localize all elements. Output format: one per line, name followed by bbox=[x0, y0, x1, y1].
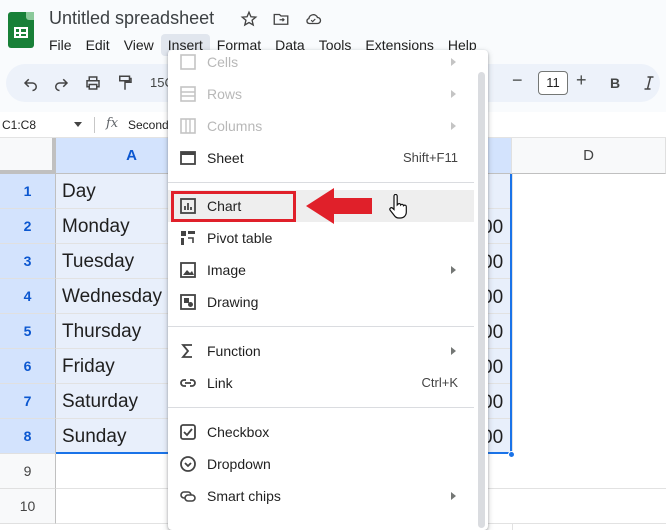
italic-icon[interactable] bbox=[640, 74, 658, 92]
menu-edit[interactable]: Edit bbox=[79, 34, 117, 56]
insert-menu: Cells Rows Columns Sheet Shift+F11 Chart… bbox=[168, 50, 488, 530]
image-icon bbox=[180, 262, 196, 278]
menu-separator bbox=[168, 182, 474, 183]
undo-icon[interactable] bbox=[22, 74, 40, 92]
menu-separator bbox=[168, 407, 474, 408]
menu-view[interactable]: View bbox=[117, 34, 161, 56]
menu-item-label: Drawing bbox=[207, 294, 259, 310]
fill-handle[interactable] bbox=[508, 451, 515, 458]
menu-item-label: Checkbox bbox=[207, 424, 270, 440]
menu-item-label: Cells bbox=[207, 54, 239, 70]
dropdown-icon bbox=[180, 456, 196, 472]
menu-item-dropdown[interactable]: Dropdown bbox=[168, 448, 474, 480]
divider bbox=[94, 117, 95, 133]
document-title[interactable]: Untitled spreadsheet bbox=[49, 8, 214, 29]
menu-item-sheet[interactable]: Sheet Shift+F11 bbox=[168, 142, 474, 174]
select-all-corner[interactable] bbox=[0, 138, 56, 174]
increase-font-size-button[interactable]: + bbox=[576, 70, 587, 91]
sheets-logo[interactable] bbox=[8, 12, 34, 48]
move-folder-icon[interactable] bbox=[272, 10, 290, 28]
menu-item-smart-chips[interactable]: Smart chips bbox=[168, 480, 474, 512]
menu-item-image[interactable]: Image bbox=[168, 254, 474, 286]
row-header[interactable]: 1 bbox=[0, 174, 56, 209]
menu-item-shortcut: Ctrl+K bbox=[421, 375, 458, 390]
menu-item-label: Rows bbox=[207, 86, 243, 102]
row-header[interactable]: 2 bbox=[0, 209, 56, 244]
row-header[interactable]: 10 bbox=[0, 489, 56, 524]
hand-cursor-icon bbox=[389, 194, 407, 219]
print-icon[interactable] bbox=[84, 74, 102, 92]
menu-item-columns[interactable]: Columns bbox=[168, 110, 474, 142]
star-icon[interactable] bbox=[240, 10, 258, 28]
menu-item-label: Function bbox=[207, 343, 261, 359]
decrease-font-size-button[interactable]: − bbox=[512, 70, 523, 91]
submenu-arrow-icon bbox=[451, 492, 456, 500]
submenu-arrow-icon bbox=[451, 266, 456, 274]
menu-item-rows[interactable]: Rows bbox=[168, 78, 474, 110]
smart-chips-icon bbox=[180, 491, 196, 502]
row-header[interactable]: 9 bbox=[0, 454, 56, 489]
pivot-table-icon bbox=[181, 231, 195, 245]
row-header[interactable]: 6 bbox=[0, 349, 56, 384]
menu-item-label: Dropdown bbox=[207, 456, 271, 472]
menu-separator bbox=[168, 326, 474, 327]
menu-item-function[interactable]: Function bbox=[168, 335, 474, 367]
cloud-status-icon[interactable] bbox=[304, 10, 322, 28]
columns-icon bbox=[180, 118, 196, 134]
menu-scrollbar[interactable] bbox=[478, 72, 485, 528]
link-icon bbox=[180, 379, 196, 387]
row-header[interactable]: 3 bbox=[0, 244, 56, 279]
submenu-arrow-icon bbox=[451, 122, 456, 130]
rows-icon bbox=[180, 86, 196, 102]
menu-item-drawing[interactable]: Drawing bbox=[168, 286, 474, 318]
menu-item-cells[interactable]: Cells bbox=[168, 50, 474, 78]
menu-item-label: Image bbox=[207, 262, 246, 278]
menu-item-checkbox[interactable]: Checkbox bbox=[168, 416, 474, 448]
name-box[interactable]: C1:C8 bbox=[2, 118, 36, 132]
bold-button[interactable]: B bbox=[610, 75, 620, 91]
cells-icon bbox=[180, 54, 196, 70]
formula-input[interactable]: Second bbox=[128, 118, 169, 132]
redo-icon[interactable] bbox=[52, 74, 70, 92]
paint-format-icon[interactable] bbox=[116, 74, 134, 92]
menu-file[interactable]: File bbox=[42, 34, 79, 56]
font-size-input[interactable]: 11 bbox=[538, 71, 568, 95]
highlight-box bbox=[171, 191, 296, 222]
menu-item-label: Sheet bbox=[207, 150, 244, 166]
fx-icon: fx bbox=[106, 116, 119, 131]
row-header[interactable]: 4 bbox=[0, 279, 56, 314]
submenu-arrow-icon bbox=[451, 347, 456, 355]
menu-item-link[interactable]: Link Ctrl+K bbox=[168, 367, 474, 399]
sigma-icon bbox=[181, 344, 192, 358]
red-arrow-icon bbox=[306, 188, 372, 224]
submenu-arrow-icon bbox=[451, 90, 456, 98]
checkbox-icon bbox=[180, 424, 196, 440]
menu-item-label: Smart chips bbox=[207, 488, 281, 504]
sheet-icon bbox=[180, 151, 196, 165]
drawing-icon bbox=[180, 294, 196, 310]
column-header-d[interactable]: D bbox=[512, 138, 666, 174]
row-header[interactable]: 5 bbox=[0, 314, 56, 349]
row-header[interactable]: 8 bbox=[0, 419, 56, 454]
menu-item-label: Pivot table bbox=[207, 230, 273, 246]
submenu-arrow-icon bbox=[451, 58, 456, 66]
menu-item-shortcut: Shift+F11 bbox=[402, 150, 458, 165]
row-header[interactable]: 7 bbox=[0, 384, 56, 419]
menu-item-label: Columns bbox=[207, 118, 263, 134]
chevron-down-icon[interactable] bbox=[74, 122, 82, 127]
menu-item-label: Link bbox=[207, 375, 233, 391]
